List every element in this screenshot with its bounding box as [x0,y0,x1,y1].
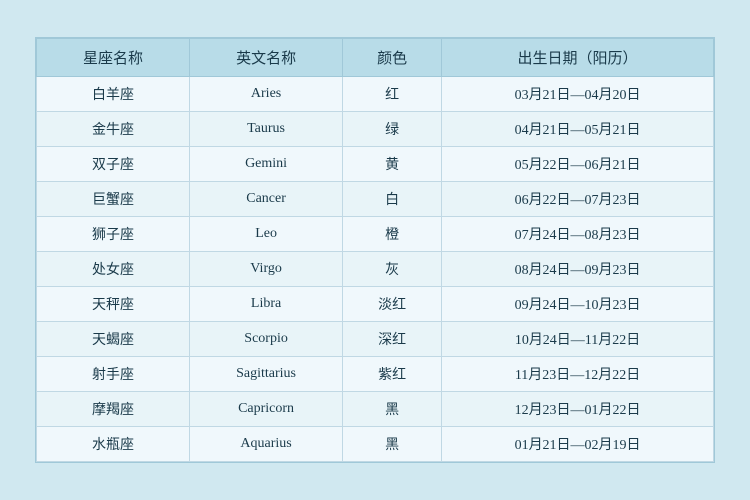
cell-dates: 01月21日—02月19日 [442,427,714,462]
cell-dates: 05月22日—06月21日 [442,147,714,182]
header-chinese-name: 星座名称 [37,39,190,77]
zodiac-table-container: 星座名称 英文名称 颜色 出生日期（阳历） 白羊座Aries红03月21日—04… [35,37,715,463]
cell-color: 黑 [343,392,442,427]
cell-dates: 12月23日—01月22日 [442,392,714,427]
zodiac-table: 星座名称 英文名称 颜色 出生日期（阳历） 白羊座Aries红03月21日—04… [36,38,714,462]
table-row: 天秤座Libra淡红09月24日—10月23日 [37,287,714,322]
cell-english-name: Aquarius [190,427,343,462]
cell-color: 黄 [343,147,442,182]
cell-chinese-name: 狮子座 [37,217,190,252]
cell-english-name: Cancer [190,182,343,217]
table-row: 巨蟹座Cancer白06月22日—07月23日 [37,182,714,217]
table-row: 双子座Gemini黄05月22日—06月21日 [37,147,714,182]
table-header-row: 星座名称 英文名称 颜色 出生日期（阳历） [37,39,714,77]
cell-color: 黑 [343,427,442,462]
cell-english-name: Scorpio [190,322,343,357]
cell-chinese-name: 金牛座 [37,112,190,147]
cell-dates: 08月24日—09月23日 [442,252,714,287]
cell-chinese-name: 处女座 [37,252,190,287]
cell-english-name: Taurus [190,112,343,147]
table-row: 摩羯座Capricorn黑12月23日—01月22日 [37,392,714,427]
cell-english-name: Leo [190,217,343,252]
cell-chinese-name: 天蝎座 [37,322,190,357]
cell-english-name: Aries [190,77,343,112]
cell-color: 紫红 [343,357,442,392]
cell-english-name: Gemini [190,147,343,182]
table-row: 天蝎座Scorpio深红10月24日—11月22日 [37,322,714,357]
cell-color: 淡红 [343,287,442,322]
header-dates: 出生日期（阳历） [442,39,714,77]
cell-color: 橙 [343,217,442,252]
table-row: 白羊座Aries红03月21日—04月20日 [37,77,714,112]
cell-dates: 03月21日—04月20日 [442,77,714,112]
header-color: 颜色 [343,39,442,77]
table-row: 金牛座Taurus绿04月21日—05月21日 [37,112,714,147]
cell-color: 白 [343,182,442,217]
cell-chinese-name: 水瓶座 [37,427,190,462]
cell-english-name: Sagittarius [190,357,343,392]
table-row: 水瓶座Aquarius黑01月21日—02月19日 [37,427,714,462]
cell-english-name: Capricorn [190,392,343,427]
cell-dates: 04月21日—05月21日 [442,112,714,147]
cell-chinese-name: 摩羯座 [37,392,190,427]
cell-color: 绿 [343,112,442,147]
cell-color: 灰 [343,252,442,287]
cell-chinese-name: 射手座 [37,357,190,392]
cell-color: 红 [343,77,442,112]
table-row: 射手座Sagittarius紫红11月23日—12月22日 [37,357,714,392]
cell-chinese-name: 天秤座 [37,287,190,322]
cell-chinese-name: 双子座 [37,147,190,182]
table-row: 狮子座Leo橙07月24日—08月23日 [37,217,714,252]
cell-chinese-name: 巨蟹座 [37,182,190,217]
cell-dates: 06月22日—07月23日 [442,182,714,217]
cell-english-name: Libra [190,287,343,322]
cell-dates: 07月24日—08月23日 [442,217,714,252]
cell-color: 深红 [343,322,442,357]
cell-dates: 11月23日—12月22日 [442,357,714,392]
table-row: 处女座Virgo灰08月24日—09月23日 [37,252,714,287]
cell-dates: 10月24日—11月22日 [442,322,714,357]
table-body: 白羊座Aries红03月21日—04月20日金牛座Taurus绿04月21日—0… [37,77,714,462]
header-english-name: 英文名称 [190,39,343,77]
cell-dates: 09月24日—10月23日 [442,287,714,322]
cell-chinese-name: 白羊座 [37,77,190,112]
cell-english-name: Virgo [190,252,343,287]
